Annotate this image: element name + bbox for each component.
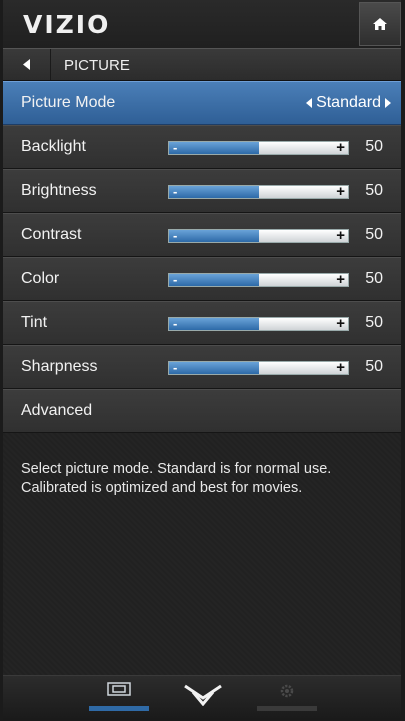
minus-icon[interactable]: - [173,186,177,198]
setting-row-sharpness[interactable]: Sharpness - + 50 [3,345,401,389]
plus-icon[interactable]: + [336,230,345,242]
picture-mode-row[interactable]: Picture Mode Standard [3,81,401,125]
back-triangle-icon [22,59,30,70]
advanced-row[interactable]: Advanced [3,389,401,433]
arrow-right-icon[interactable] [385,98,391,108]
breadcrumb-bar: PICTURE [3,48,401,81]
top-bar: VIZIO [3,0,401,48]
home-button[interactable] [359,2,401,46]
setting-value: 50 [365,314,383,331]
home-icon [373,18,387,30]
description-panel: Select picture mode. Standard is for nor… [3,433,401,675]
setting-value: 50 [365,226,383,243]
setting-slider[interactable]: - + [168,361,349,375]
setting-label: Sharpness [21,358,98,375]
minus-icon[interactable]: - [173,142,177,154]
slider-fill [169,274,259,286]
setting-row-backlight[interactable]: Backlight - + 50 [3,125,401,169]
minus-icon[interactable]: - [173,230,177,242]
settings-list: Picture Mode Standard Backlight - + 50 B… [3,81,401,433]
setting-row-tint[interactable]: Tint - + 50 [3,301,401,345]
minus-icon[interactable]: - [173,362,177,374]
description-text: Select picture mode. Standard is for nor… [21,461,332,496]
plus-icon[interactable]: + [336,186,345,198]
setting-slider[interactable]: - + [168,141,349,155]
slider-fill [169,142,259,154]
slider-fill [169,362,259,374]
setting-slider[interactable]: - + [168,229,349,243]
setting-label: Color [21,270,60,287]
slider-fill [169,230,259,242]
setting-value: 50 [365,138,383,155]
arrow-left-icon[interactable] [306,98,313,108]
setting-value: 50 [365,270,383,287]
slider-fill [169,186,259,198]
tab-screen[interactable] [89,676,149,721]
advanced-label: Advanced [21,402,93,419]
tab-settings[interactable] [257,676,317,721]
setting-slider[interactable]: - + [168,273,349,287]
setting-label: Brightness [21,182,97,199]
setting-row-brightness[interactable]: Brightness - + 50 [3,169,401,213]
slider-fill [169,318,259,330]
tab-inactive-indicator [257,706,317,711]
setting-label: Contrast [21,226,82,243]
setting-row-contrast[interactable]: Contrast - + 50 [3,213,401,257]
picture-mode-value: Standard [316,94,381,111]
vizio-logo: VIZIO [23,10,111,39]
plus-icon[interactable]: + [336,142,345,154]
setting-label: Tint [21,314,48,331]
setting-value: 50 [365,358,383,375]
setting-slider[interactable]: - + [168,317,349,331]
picture-mode-label: Picture Mode [21,94,116,111]
setting-label: Backlight [21,138,86,155]
chevron-down-icon [184,684,222,706]
app-frame: VIZIO PICTURE Picture Mode Standard Back… [3,0,401,720]
minus-icon[interactable]: - [173,318,177,330]
screen-icon [107,682,131,696]
picture-mode-selector[interactable]: Standard [306,94,391,112]
bottom-nav [3,675,401,720]
tab-menu[interactable] [181,676,225,721]
plus-icon[interactable]: + [336,274,345,286]
plus-icon[interactable]: + [336,318,345,330]
minus-icon[interactable]: - [173,274,177,286]
setting-row-color[interactable]: Color - + 50 [3,257,401,301]
setting-slider[interactable]: - + [168,185,349,199]
gear-icon [280,684,294,698]
tab-active-indicator [89,706,149,711]
plus-icon[interactable]: + [336,362,345,374]
back-button[interactable] [3,49,51,80]
page-title: PICTURE [64,57,130,74]
setting-value: 50 [365,182,383,199]
